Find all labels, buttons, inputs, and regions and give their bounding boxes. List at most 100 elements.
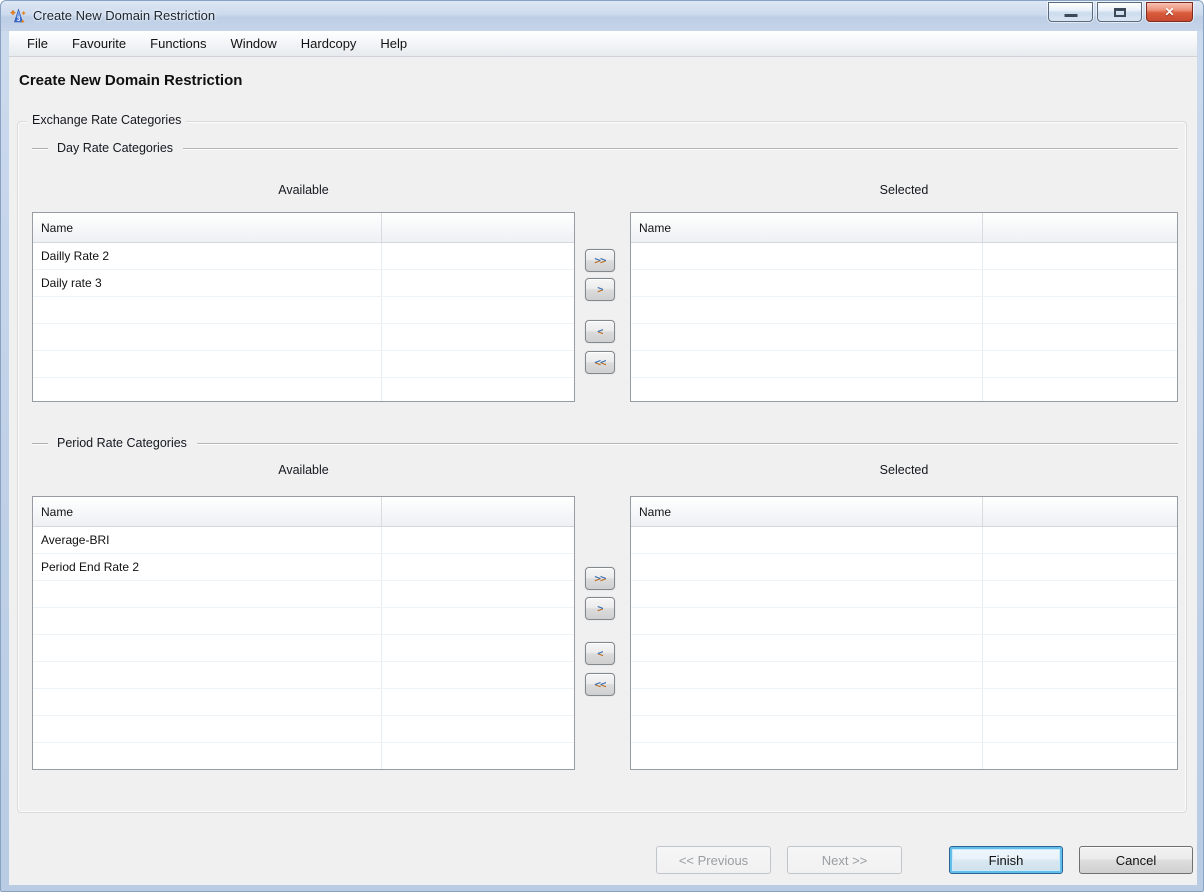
finish-button[interactable]: Finish <box>949 846 1063 874</box>
table-row <box>631 581 1177 608</box>
period-available-caption: Available <box>32 463 575 477</box>
column-header-extra <box>382 213 574 242</box>
period-move-left-button[interactable]: < <box>585 642 615 665</box>
column-header-extra <box>983 497 1177 526</box>
menu-item-window[interactable]: Window <box>219 32 289 55</box>
table-body <box>631 527 1177 770</box>
minimize-icon <box>1064 14 1077 17</box>
day-move-left-button[interactable]: < <box>585 320 615 343</box>
cell-extra <box>983 297 1177 323</box>
table-row <box>631 662 1177 689</box>
app-window: 3 Create New Domain Restriction ✕ File F… <box>0 0 1204 892</box>
cell-extra <box>382 662 574 688</box>
cell-name <box>33 743 382 769</box>
day-selected-caption: Selected <box>630 183 1178 197</box>
table-row <box>33 324 574 351</box>
cancel-button[interactable]: Cancel <box>1079 846 1193 874</box>
minimize-button[interactable] <box>1048 2 1093 22</box>
page-content: Create New Domain Restriction Exchange R… <box>9 58 1197 885</box>
cell-name: Period End Rate 2 <box>33 554 382 580</box>
cell-extra <box>382 351 574 377</box>
maximize-button[interactable] <box>1097 2 1142 22</box>
cell-extra <box>983 716 1177 742</box>
table-header: Name <box>33 213 574 243</box>
double-chevron-left-icon: << <box>594 678 605 691</box>
period-selected-list[interactable]: Name <box>630 496 1178 770</box>
close-icon: ✕ <box>1147 5 1192 19</box>
cell-name <box>33 662 382 688</box>
cell-name <box>33 297 382 323</box>
table-header: Name <box>631 213 1177 243</box>
previous-button: << Previous <box>656 846 771 874</box>
section-label-day: Day Rate Categories <box>57 141 173 155</box>
menu-item-hardcopy[interactable]: Hardcopy <box>289 32 369 55</box>
cell-name <box>33 635 382 661</box>
exchange-rate-categories-group: Exchange Rate Categories Day Rate Catego… <box>17 121 1187 813</box>
double-chevron-right-icon: >> <box>594 572 605 585</box>
cell-name: Dailly Rate 2 <box>33 243 382 269</box>
cell-name <box>631 270 983 296</box>
cell-extra <box>983 270 1177 296</box>
cell-extra <box>983 243 1177 269</box>
table-row <box>33 743 574 770</box>
table-header: Name <box>631 497 1177 527</box>
cell-extra <box>382 243 574 269</box>
cell-name <box>631 608 983 634</box>
title-bar[interactable]: 3 Create New Domain Restriction ✕ <box>1 1 1203 31</box>
table-row[interactable]: Average-BRI <box>33 527 574 554</box>
menu-item-file[interactable]: File <box>15 32 60 55</box>
table-row <box>631 689 1177 716</box>
close-button[interactable]: ✕ <box>1146 2 1193 22</box>
menu-item-help[interactable]: Help <box>368 32 419 55</box>
period-move-all-left-button[interactable]: << <box>585 673 615 696</box>
table-row <box>631 270 1177 297</box>
table-row <box>631 743 1177 770</box>
table-row[interactable]: Period End Rate 2 <box>33 554 574 581</box>
cell-extra <box>382 581 574 607</box>
day-available-list[interactable]: Name Dailly Rate 2Daily rate 3 <box>32 212 575 402</box>
table-row <box>631 297 1177 324</box>
cell-extra <box>382 689 574 715</box>
cell-name <box>631 689 983 715</box>
cell-extra <box>382 743 574 769</box>
day-available-caption: Available <box>32 183 575 197</box>
cell-name <box>33 351 382 377</box>
chevron-left-icon: < <box>597 647 603 660</box>
day-move-all-right-button[interactable]: >> <box>585 249 615 272</box>
table-body: Average-BRIPeriod End Rate 2 <box>33 527 574 770</box>
cell-name <box>33 378 382 402</box>
cell-name <box>631 635 983 661</box>
cell-name <box>631 716 983 742</box>
cell-extra <box>382 527 574 553</box>
table-header: Name <box>33 497 574 527</box>
table-row <box>33 662 574 689</box>
cell-extra <box>983 324 1177 350</box>
table-row <box>631 635 1177 662</box>
table-row <box>33 716 574 743</box>
cell-extra <box>983 378 1177 402</box>
period-available-list[interactable]: Name Average-BRIPeriod End Rate 2 <box>32 496 575 770</box>
table-row <box>33 689 574 716</box>
cell-name <box>631 297 983 323</box>
cell-extra <box>983 554 1177 580</box>
page-title: Create New Domain Restriction <box>19 72 242 89</box>
separator-line <box>197 443 1178 444</box>
cell-name <box>631 527 983 553</box>
table-row <box>631 378 1177 402</box>
day-move-right-button[interactable]: > <box>585 278 615 301</box>
day-selected-list[interactable]: Name <box>630 212 1178 402</box>
column-header-name: Name <box>33 213 382 242</box>
period-move-right-button[interactable]: > <box>585 597 615 620</box>
table-row <box>33 608 574 635</box>
cell-name <box>33 716 382 742</box>
cell-name <box>631 662 983 688</box>
cell-name <box>33 608 382 634</box>
menu-item-favourite[interactable]: Favourite <box>60 32 138 55</box>
table-row[interactable]: Daily rate 3 <box>33 270 574 297</box>
menu-item-functions[interactable]: Functions <box>138 32 218 55</box>
day-move-all-left-button[interactable]: << <box>585 351 615 374</box>
period-move-all-right-button[interactable]: >> <box>585 567 615 590</box>
cell-extra <box>382 716 574 742</box>
table-row[interactable]: Dailly Rate 2 <box>33 243 574 270</box>
table-row <box>33 581 574 608</box>
